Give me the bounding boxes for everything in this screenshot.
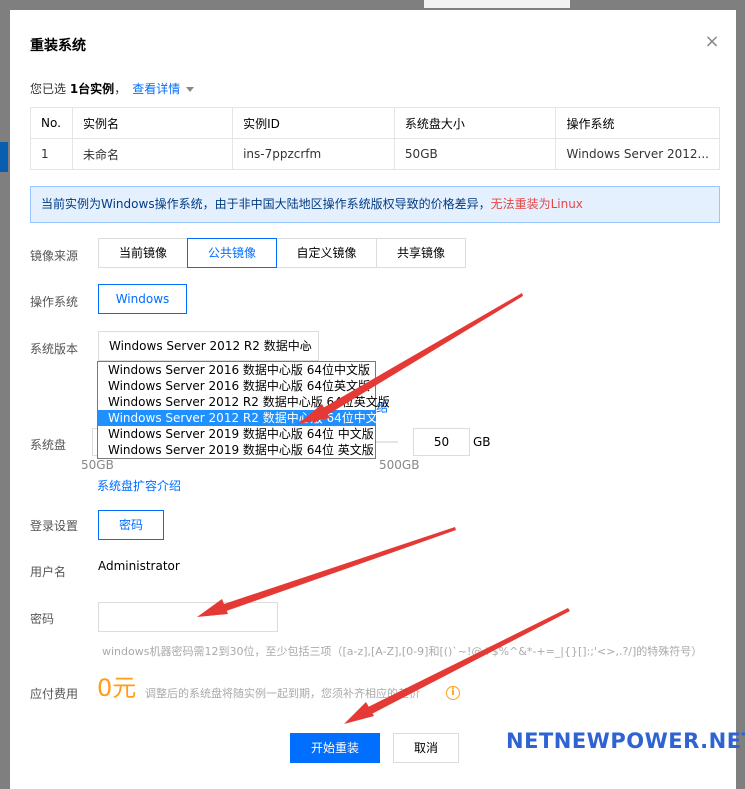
notice-warning: 无法重装为Linux bbox=[490, 197, 583, 211]
login-password-button[interactable]: 密码 bbox=[98, 510, 164, 540]
info-icon[interactable]: i bbox=[446, 686, 460, 700]
table-header-row: No. 实例名 实例ID 系统盘大小 操作系统 bbox=[30, 107, 720, 139]
cell-disk: 50GB bbox=[393, 138, 557, 170]
image-source-current[interactable]: 当前镜像 bbox=[98, 238, 188, 268]
disk-size-unit: GB bbox=[473, 435, 491, 449]
fee-label: 应付费用 bbox=[30, 687, 79, 701]
chevron-down-icon bbox=[302, 344, 310, 349]
start-reinstall-button[interactable]: 开始重装 bbox=[290, 733, 380, 763]
selection-prefix: 您已选 bbox=[30, 82, 70, 96]
password-hint: windows机器密码需12到30位，至少包括三项（[a-z],[A-Z],[0… bbox=[102, 645, 703, 658]
cell-name: 未命名 bbox=[71, 138, 234, 170]
table-row: 1 未命名 ins-7ppzcrfm 50GB Windows Server 2… bbox=[30, 138, 720, 170]
chevron-down-icon[interactable] bbox=[186, 87, 195, 92]
version-option[interactable]: Windows Server 2019 数据中心版 64位 英文版 bbox=[98, 442, 375, 458]
username-label: 用户名 bbox=[30, 565, 67, 579]
disk-min-label: 50GB bbox=[81, 458, 114, 472]
password-label: 密码 bbox=[30, 612, 55, 626]
os-notice: 当前实例为Windows操作系统，由于非中国大陆地区操作系统版权导致的价格差异，… bbox=[30, 186, 720, 223]
reinstall-dialog: 重装系统 × 您已选 1台实例， 查看详情 No. 实例名 实例ID 系统盘大小 … bbox=[10, 10, 745, 789]
cell-os: Windows Server 2012... bbox=[555, 138, 720, 170]
col-os: 操作系统 bbox=[555, 107, 720, 139]
version-option[interactable]: Windows Server 2019 数据中心版 64位 中文版 bbox=[98, 426, 375, 442]
disk-expand-link[interactable]: 系统盘扩容介绍 bbox=[97, 477, 181, 494]
dialog-title: 重装系统 bbox=[30, 38, 86, 54]
image-source-shared[interactable]: 共享镜像 bbox=[376, 238, 466, 268]
version-select[interactable]: Windows Server 2012 R2 数据中心 bbox=[98, 331, 319, 361]
version-option[interactable]: Windows Server 2012 R2 数据中心版 64位英文版 bbox=[98, 394, 390, 410]
os-label: 操作系统 bbox=[30, 295, 79, 309]
cancel-button[interactable]: 取消 bbox=[393, 733, 459, 763]
watermark: NETNEWPOWER.NET bbox=[506, 729, 745, 753]
image-source-public[interactable]: 公共镜像 bbox=[187, 238, 277, 268]
cell-id: ins-7ppzcrfm bbox=[232, 138, 395, 170]
instance-table: No. 实例名 实例ID 系统盘大小 操作系统 1 未命名 ins-7ppzcr… bbox=[30, 107, 720, 170]
version-selected-value: Windows Server 2012 R2 数据中心 bbox=[109, 339, 312, 353]
background-left-tab bbox=[0, 142, 8, 172]
image-source-custom[interactable]: 自定义镜像 bbox=[276, 238, 377, 268]
disk-slider-track[interactable] bbox=[376, 441, 398, 443]
col-disk: 系统盘大小 bbox=[393, 107, 557, 139]
password-input[interactable] bbox=[98, 602, 278, 632]
selection-summary: 您已选 1台实例， 查看详情 bbox=[30, 80, 195, 97]
view-details-link[interactable]: 查看详情 bbox=[132, 82, 180, 96]
background-topbar bbox=[424, 0, 570, 8]
close-icon[interactable]: × bbox=[704, 33, 720, 51]
fee-value: 0元 bbox=[97, 674, 137, 702]
version-option-highlighted[interactable]: Windows Server 2012 R2 数据中心版 64位中文版 bbox=[98, 410, 390, 426]
disk-size-input[interactable]: 50 bbox=[413, 428, 470, 456]
disk-max-label: 500GB bbox=[379, 458, 420, 472]
cell-no: 1 bbox=[30, 138, 73, 170]
os-windows-button[interactable]: Windows bbox=[98, 284, 187, 314]
selection-suffix: ， bbox=[114, 82, 127, 96]
version-label: 系统版本 bbox=[30, 342, 79, 356]
login-label: 登录设置 bbox=[30, 519, 79, 533]
disk-label: 系统盘 bbox=[30, 438, 67, 452]
image-source-label: 镜像来源 bbox=[30, 249, 79, 263]
version-option[interactable]: Windows Server 2016 数据中心版 64位英文版 bbox=[98, 378, 375, 394]
notice-text: 当前实例为Windows操作系统，由于非中国大陆地区操作系统版权导致的价格差异， bbox=[41, 197, 491, 211]
selection-count: 1台实例 bbox=[69, 82, 115, 96]
version-dropdown[interactable]: Windows Server 2016 数据中心版 64位中文版 Windows… bbox=[97, 361, 390, 459]
version-option[interactable]: Windows Server 2016 数据中心版 64位中文版 bbox=[98, 362, 375, 378]
col-name: 实例名 bbox=[71, 107, 234, 139]
username-value: Administrator bbox=[98, 559, 180, 573]
fee-note: 调整后的系统盘将随实例一起到期，您须补齐相应的差价 bbox=[145, 687, 420, 700]
col-id: 实例ID bbox=[232, 107, 395, 139]
col-no: No. bbox=[30, 107, 73, 139]
